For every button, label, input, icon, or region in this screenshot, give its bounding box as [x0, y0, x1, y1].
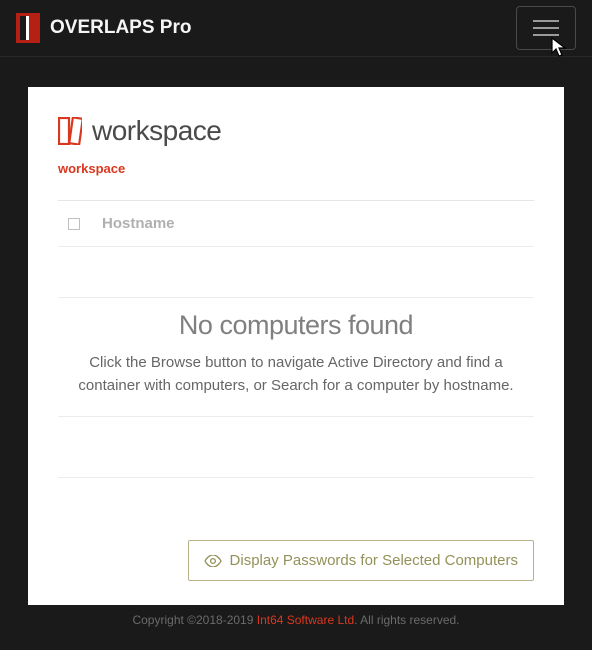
main-panel: workspace workspace Hostname No computer…: [28, 87, 564, 605]
eye-icon: [204, 555, 222, 567]
workspace-icon: [58, 117, 82, 145]
page-title: workspace: [92, 115, 221, 147]
content-wrap: workspace workspace Hostname No computer…: [0, 57, 592, 639]
brand-name: OVERLAPS Pro: [50, 17, 191, 39]
app-header: OVERLAPS Pro: [0, 0, 592, 57]
empty-subtitle: Click the Browse button to navigate Acti…: [66, 351, 526, 398]
menu-toggle-button[interactable]: [516, 6, 576, 50]
footer: Copyright ©2018-2019 Int64 Software Ltd.…: [28, 605, 564, 627]
empty-title: No computers found: [66, 310, 526, 341]
empty-state: No computers found Click the Browse butt…: [58, 297, 534, 417]
brand-logo-icon: [16, 13, 40, 43]
select-all-checkbox[interactable]: [68, 218, 80, 230]
page-title-row: workspace: [58, 115, 534, 147]
column-hostname: Hostname: [102, 215, 175, 232]
action-row: Display Passwords for Selected Computers: [58, 477, 534, 581]
footer-suffix: . All rights reserved.: [354, 613, 459, 627]
table-header: Hostname: [58, 200, 534, 247]
display-passwords-label: Display Passwords for Selected Computers: [230, 552, 518, 569]
footer-company[interactable]: Int64 Software Ltd: [257, 613, 354, 627]
brand[interactable]: OVERLAPS Pro: [16, 13, 191, 43]
hamburger-icon: [533, 20, 559, 36]
display-passwords-button[interactable]: Display Passwords for Selected Computers: [188, 540, 534, 581]
mouse-cursor-icon: [551, 37, 569, 59]
footer-prefix: Copyright ©2018-2019: [132, 613, 256, 627]
breadcrumb[interactable]: workspace: [58, 161, 534, 176]
